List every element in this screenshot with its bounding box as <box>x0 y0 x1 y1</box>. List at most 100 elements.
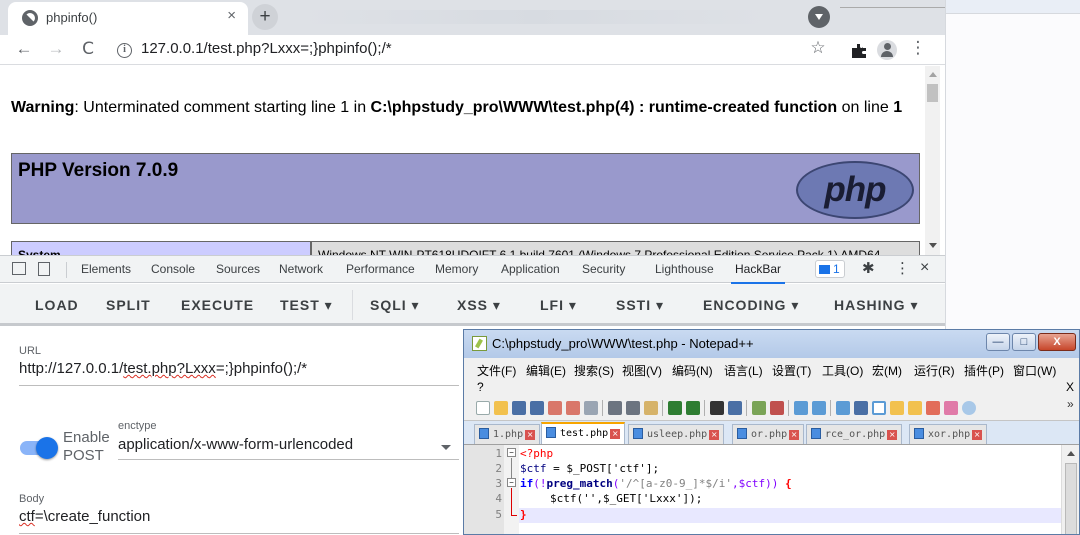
zoom-in-icon[interactable] <box>752 401 766 415</box>
close-file-icon[interactable] <box>548 401 562 415</box>
word-wrap-icon[interactable] <box>836 401 850 415</box>
settings-gear-icon[interactable]: ✱ <box>862 259 875 277</box>
info-icon[interactable]: i <box>117 43 132 58</box>
indent-guide-icon[interactable] <box>872 401 886 415</box>
undo-icon[interactable] <box>668 401 682 415</box>
print-icon[interactable] <box>584 401 598 415</box>
code-editor[interactable]: 1 2 3 4 5 − − <?php $ctf = $_POST['ctf']… <box>464 444 1079 534</box>
device-toggle-icon[interactable] <box>38 262 50 276</box>
sqli-menu[interactable]: SQLI ▾ <box>370 297 420 314</box>
profile-avatar[interactable] <box>877 40 897 60</box>
browser-menu-icon[interactable]: ⋮ <box>907 38 929 58</box>
doc-tab[interactable]: 1.php × <box>474 424 541 444</box>
menu-search[interactable]: 搜索(S) <box>574 362 614 379</box>
back-button[interactable]: ← <box>13 39 35 59</box>
close-button[interactable]: X <box>1038 333 1076 351</box>
encoding-menu[interactable]: ENCODING ▾ <box>703 297 799 314</box>
devtools-close-icon[interactable]: × <box>920 259 929 277</box>
save-icon[interactable] <box>512 401 526 415</box>
xss-menu[interactable]: XSS ▾ <box>457 297 501 314</box>
doc-tab[interactable]: usleep.php × <box>628 424 725 444</box>
editor-scrollbar[interactable] <box>1061 445 1079 534</box>
copy-icon[interactable] <box>626 401 640 415</box>
open-file-icon[interactable] <box>494 401 508 415</box>
minimize-button[interactable]: — <box>986 333 1010 351</box>
chevron-down-icon[interactable] <box>441 445 451 450</box>
fold-minus-icon[interactable]: − <box>507 448 516 457</box>
ssti-menu[interactable]: SSTI ▾ <box>616 297 664 314</box>
tab-lighthouse[interactable]: Lighthouse <box>655 262 714 276</box>
tab-memory[interactable]: Memory <box>435 262 478 276</box>
document-icon <box>546 427 556 438</box>
menu-view[interactable]: 视图(V) <box>622 362 662 379</box>
document-close-icon[interactable]: X <box>1066 380 1074 394</box>
star-icon[interactable]: ☆ <box>807 38 829 58</box>
new-tab-button[interactable]: + <box>252 4 278 30</box>
menu-window[interactable]: 窗口(W) <box>1013 362 1056 379</box>
menu-run[interactable]: 运行(R) <box>914 362 955 379</box>
show-all-chars-icon[interactable] <box>854 401 868 415</box>
split-button[interactable]: SPLIT <box>106 297 151 313</box>
reload-button[interactable]: C <box>77 39 99 59</box>
tab-close-icon[interactable]: × <box>227 7 236 24</box>
tab-sources[interactable]: Sources <box>216 262 260 276</box>
stop-macro-icon[interactable] <box>944 401 958 415</box>
enctype-select[interactable]: application/x-www-form-urlencoded <box>118 436 353 453</box>
devtools-menu-icon[interactable]: ⋮ <box>895 259 910 277</box>
execute-button[interactable]: EXECUTE <box>181 297 254 313</box>
issues-badge[interactable]: 1 <box>815 260 845 278</box>
tab-security[interactable]: Security <box>582 262 625 276</box>
tab-application[interactable]: Application <box>501 262 560 276</box>
tab-network[interactable]: Network <box>279 262 323 276</box>
tab-elements[interactable]: Elements <box>81 262 131 276</box>
paste-icon[interactable] <box>644 401 658 415</box>
doc-tab[interactable]: xor.php × <box>909 424 988 444</box>
toolbar-overflow-icon[interactable]: » <box>1067 397 1074 411</box>
load-button[interactable]: LOAD <box>35 297 79 313</box>
menu-macro[interactable]: 宏(M) <box>872 362 902 379</box>
tab-console[interactable]: Console <box>151 262 195 276</box>
close-all-icon[interactable] <box>566 401 580 415</box>
menu-language[interactable]: 语言(L) <box>724 362 763 379</box>
function-list-icon[interactable] <box>908 401 922 415</box>
zoom-out-icon[interactable] <box>770 401 784 415</box>
doc-map-icon[interactable] <box>890 401 904 415</box>
sync-horizontal-icon[interactable] <box>812 401 826 415</box>
maximize-button[interactable]: □ <box>1012 333 1036 351</box>
doc-tab[interactable]: rce_or.php × <box>806 424 903 444</box>
cut-icon[interactable] <box>608 401 622 415</box>
body-input[interactable]: ctf=\create_function <box>19 508 150 525</box>
new-file-icon[interactable] <box>476 401 490 415</box>
hashing-menu[interactable]: HASHING ▾ <box>834 297 918 314</box>
extensions-icon[interactable] <box>848 43 870 59</box>
url-input[interactable]: http://127.0.0.1/test.php?Lxxx=;}phpinfo… <box>19 360 307 377</box>
menu-edit[interactable]: 编辑(E) <box>526 362 566 379</box>
find-icon[interactable] <box>710 401 724 415</box>
menu-file[interactable]: 文件(F) <box>477 362 516 379</box>
menu-tools[interactable]: 工具(O) <box>822 362 863 379</box>
menu-encoding[interactable]: 编码(N) <box>672 362 713 379</box>
doc-tab-active[interactable]: test.php × <box>541 422 626 444</box>
menu-plugins[interactable]: 插件(P) <box>964 362 1004 379</box>
toggle-knob[interactable] <box>36 437 58 459</box>
address-bar[interactable]: 127.0.0.1/test.php?Lxxx=;}phpinfo();/* <box>141 40 392 57</box>
fold-minus-icon[interactable]: − <box>507 478 516 487</box>
menu-settings[interactable]: 设置(T) <box>772 362 811 379</box>
sync-vertical-icon[interactable] <box>794 401 808 415</box>
test-menu[interactable]: TEST ▾ <box>280 297 333 314</box>
replace-icon[interactable] <box>728 401 742 415</box>
save-all-icon[interactable] <box>530 401 544 415</box>
page-scrollbar[interactable] <box>925 66 940 255</box>
browser-tab[interactable]: phpinfo() × <box>8 2 248 35</box>
tab-search-icon[interactable] <box>808 6 830 28</box>
inspect-icon[interactable] <box>12 262 26 275</box>
menu-help[interactable]: ? <box>477 380 484 394</box>
redo-icon[interactable] <box>686 401 700 415</box>
forward-button[interactable]: → <box>45 39 67 59</box>
tab-performance[interactable]: Performance <box>346 262 415 276</box>
playback-icon[interactable] <box>962 401 976 415</box>
record-macro-icon[interactable] <box>926 401 940 415</box>
tab-hackbar[interactable]: HackBar <box>730 262 786 284</box>
doc-tab[interactable]: or.php × <box>732 424 805 444</box>
lfi-menu[interactable]: LFI ▾ <box>540 297 577 314</box>
